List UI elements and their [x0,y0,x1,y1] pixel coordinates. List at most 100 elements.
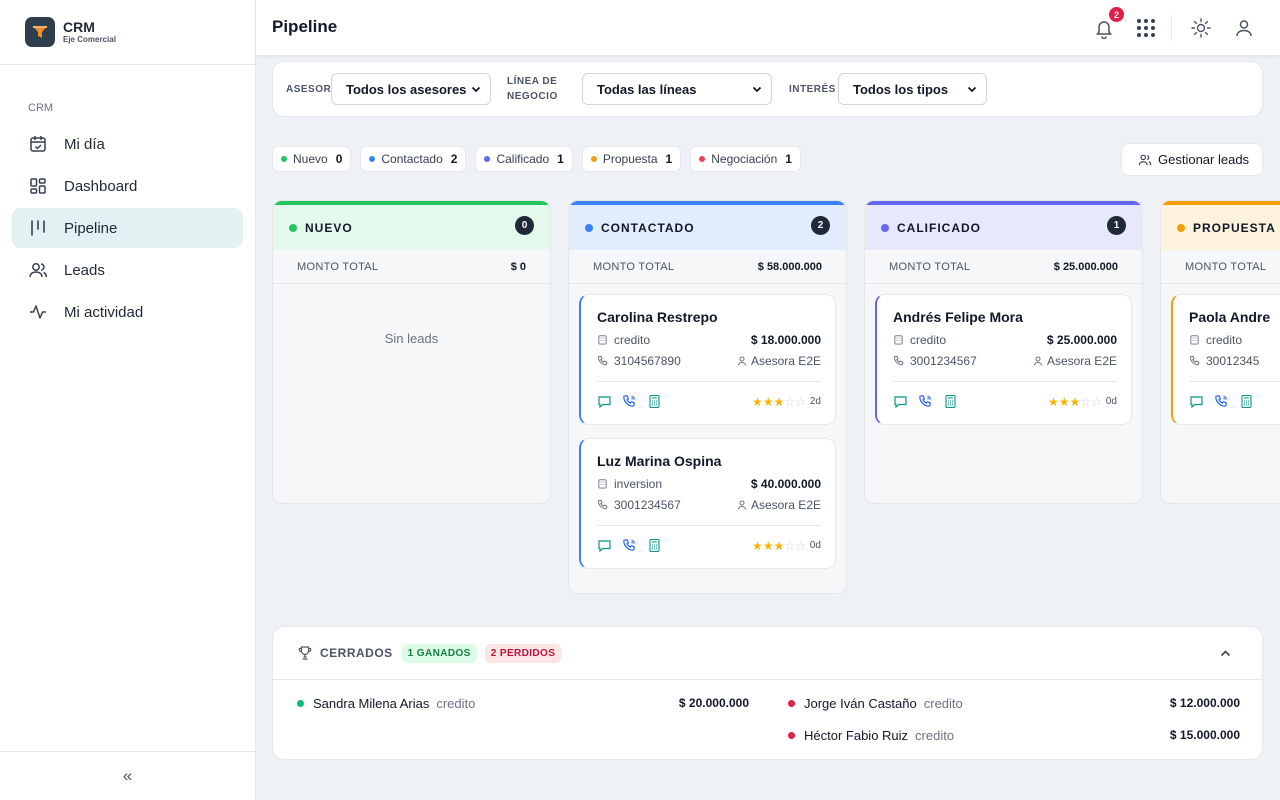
closed-lead-amount: $ 20.000.000 [678,696,749,710]
phone-icon [893,355,904,366]
calculator-icon[interactable] [943,394,958,409]
sidebar-item-pipeline[interactable]: Pipeline [12,208,243,248]
interes-select[interactable]: Todos los tipos [838,73,987,105]
collapse-sidebar-button[interactable]: « [0,751,255,800]
star-filled-icon: ★ [773,394,785,409]
apps-grid-icon[interactable] [1135,17,1157,39]
phone-call-icon[interactable] [622,538,637,553]
message-icon[interactable] [597,394,612,409]
phone-icon [1189,355,1200,366]
sun-icon[interactable] [1190,17,1212,39]
status-dot [788,699,795,707]
stage-chip-negociacion[interactable]: Negociación 1 [690,146,801,172]
building-icon [1190,335,1199,345]
lead-amount: $ 40.000.000 [750,476,821,491]
closed-deals-header[interactable]: CERRADOS 1 GANADOS 2 PERDIDOS [273,627,1262,680]
lead-name: Carolina Restrepo [597,309,718,325]
filter-linea-label-line2: NEGOCIO [507,91,558,102]
chip-label: Negociación [711,152,778,166]
star-empty-icon: ☆ [784,538,796,553]
manage-leads-label: Gestionar leads [1158,152,1250,167]
message-icon[interactable] [597,538,612,553]
calendar-icon [30,136,46,152]
lead-phone: 3001234567 [614,497,681,512]
lead-card[interactable]: Paola Andre credito 30012345 [1171,294,1280,425]
lead-type: credito [910,332,947,347]
phone-call-icon[interactable] [918,394,933,409]
user-icon [737,500,746,510]
filter-linea-label-line1: LÍNEA DE [507,76,558,87]
calculator-icon[interactable] [1239,394,1254,409]
closed-lead-type: credito [915,727,955,743]
status-dot [590,156,597,162]
stage-chip-contactado[interactable]: Contactado 2 [360,146,467,172]
asesor-select-value: Todos los asesores [346,81,467,97]
column-calificado: CALIFICADO 1 MONTO TOTAL $ 25.000.000 An… [864,200,1143,504]
stage-chip-propuesta[interactable]: Propuesta 1 [581,146,682,172]
lead-age: 2d [809,396,821,407]
linea-negocio-select[interactable]: Todas las líneas [582,73,772,105]
brand-logo [25,17,55,47]
lead-card[interactable]: Luz Marina Ospina inversion $ 40.000.000… [579,438,836,569]
empty-state: Sin leads [384,330,439,346]
column-nuevo: NUEVO 0 MONTO TOTAL $ 0 Sin leads [272,200,551,504]
lead-card[interactable]: Carolina Restrepo credito $ 18.000.000 3… [579,294,836,425]
closed-lead-name: Jorge Iván Castaño [804,695,917,711]
phone-call-icon[interactable] [1214,394,1229,409]
card-actions: ★ ★ ★ ☆ ☆ 2d [597,381,821,421]
star-empty-icon: ☆ [795,538,806,553]
user-icon [1033,356,1042,366]
message-icon[interactable] [893,394,908,409]
closed-won-item[interactable]: Sandra Milena Arias credito [297,693,475,713]
lead-name: Andrés Felipe Mora [893,309,1023,325]
lead-advisor: Asesora E2E [1046,353,1117,368]
column-title: CONTACTADO [601,220,695,235]
column-title: CALIFICADO [897,220,981,235]
sidebar-nav: Mi día Dashboard Pipeline Leads Mi activ… [12,124,243,334]
column-header: CONTACTADO 2 [569,201,846,250]
trophy-icon [298,646,312,660]
sidebar-item-label: Dashboard [64,177,138,195]
asesor-select[interactable]: Todos los asesores [331,73,491,105]
stage-chip-nuevo[interactable]: Nuevo 0 [272,146,352,172]
brand-title: CRM [63,19,95,35]
column-title: PROPUESTA [1193,220,1276,235]
chevron-up-icon[interactable] [1219,647,1232,660]
column-header: CALIFICADO 1 [865,201,1142,250]
calculator-icon[interactable] [647,538,662,553]
sidebar-item-mi-dia[interactable]: Mi día [12,124,243,164]
star-filled-icon: ★ [762,394,774,409]
total-value: $ 0 [510,260,526,273]
chip-count: 1 [557,152,564,166]
pipeline-icon [31,220,45,236]
phone-call-icon[interactable] [622,394,637,409]
filter-linea-label: LÍNEA DE NEGOCIO [507,74,558,104]
lead-rating: ★ ★ ★ ☆ ☆ 0d [1048,396,1117,408]
stage-chip-calificado[interactable]: Calificado 1 [475,146,573,172]
status-dot [484,156,491,162]
column-count-badge: 0 [515,216,534,235]
sidebar-item-mi-actividad[interactable]: Mi actividad [12,292,243,332]
sidebar-item-dashboard[interactable]: Dashboard [12,166,243,206]
column-count-badge: 2 [811,216,830,235]
column-title: NUEVO [305,220,353,235]
chevron-down-icon [752,86,762,93]
lead-phone: 3104567890 [614,353,681,368]
closed-lost-item[interactable]: Héctor Fabio Ruiz credito [788,725,954,745]
calculator-icon[interactable] [647,394,662,409]
building-icon [598,335,607,345]
manage-leads-button[interactable]: Gestionar leads [1121,143,1263,176]
column-total: MONTO TOTAL $ 25.000.000 [865,250,1142,284]
closed-lost-item[interactable]: Jorge Iván Castaño credito [788,693,963,713]
sidebar-item-label: Leads [64,261,105,279]
star-filled-icon: ★ [762,538,774,553]
message-icon[interactable] [1189,394,1204,409]
lead-type: credito [1206,332,1243,347]
sidebar-item-leads[interactable]: Leads [12,250,243,290]
star-filled-icon: ★ [1058,394,1070,409]
status-dot [289,223,297,232]
closed-lead-name: Héctor Fabio Ruiz [804,727,909,743]
total-label: MONTO TOTAL [889,260,971,273]
lead-card[interactable]: Andrés Felipe Mora credito $ 25.000.000 … [875,294,1132,425]
user-icon[interactable] [1233,17,1255,39]
